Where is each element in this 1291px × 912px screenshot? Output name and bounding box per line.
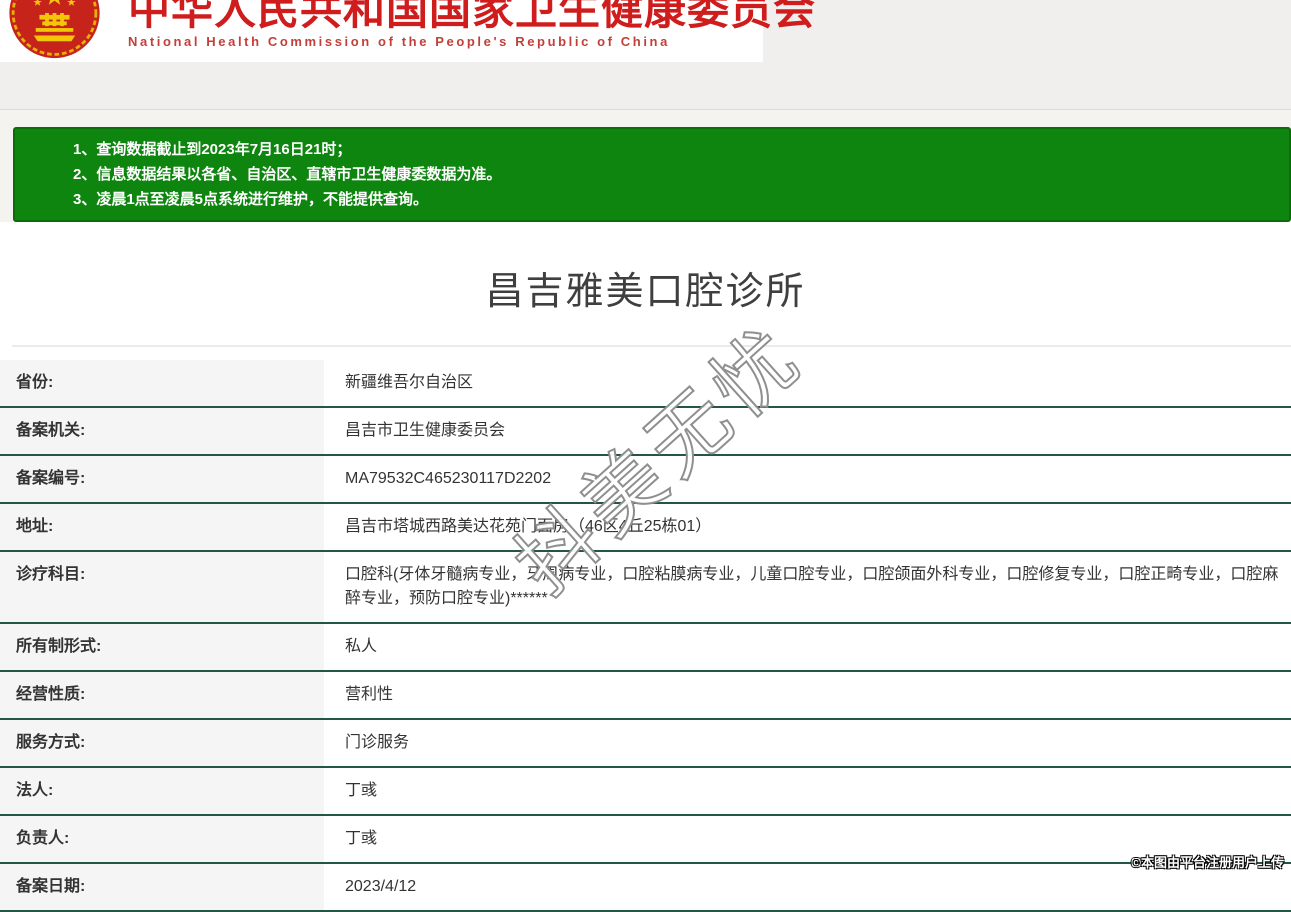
notice-line-3: 3、凌晨1点至凌晨5点系统进行维护，不能提供查询。 (73, 191, 429, 208)
row-value: MA79532C465230117D2202 (324, 456, 1291, 502)
row-value: 营利性 (324, 672, 1291, 718)
table-row: 负责人: 丁彧 (0, 816, 1291, 864)
row-label: 经营性质: (0, 672, 324, 718)
table-top-rule (12, 345, 1291, 347)
table-row: 地址: 昌吉市塔城西路美达花苑门面房（46区4丘25栋01） (0, 504, 1291, 552)
row-label: 负责人: (0, 816, 324, 862)
row-label: 备案机关: (0, 408, 324, 454)
table-row: 备案日期: 2023/4/12 (0, 864, 1291, 912)
row-value: 门诊服务 (324, 720, 1291, 766)
table-row: 备案编号: MA79532C465230117D2202 (0, 456, 1291, 504)
header-title-en: National Health Commission of the People… (128, 34, 670, 49)
title-section: 昌吉雅美口腔诊所 (0, 222, 1291, 345)
notice-band: 1、查询数据截止到2023年7月16日21时； 2、信息数据结果以各省、自治区、… (0, 110, 1291, 222)
row-label: 诊疗科目: (0, 552, 324, 622)
info-table: 省份: 新疆维吾尔自治区 备案机关: 昌吉市卫生健康委员会 备案编号: MA79… (0, 360, 1291, 912)
row-value: 昌吉市塔城西路美达花苑门面房（46区4丘25栋01） (324, 504, 1291, 550)
notice-box: 1、查询数据截止到2023年7月16日21时； 2、信息数据结果以各省、自治区、… (13, 127, 1291, 222)
table-row: 备案机关: 昌吉市卫生健康委员会 (0, 408, 1291, 456)
row-label: 法人: (0, 768, 324, 814)
row-label: 服务方式: (0, 720, 324, 766)
row-label: 所有制形式: (0, 624, 324, 670)
row-value: 丁彧 (324, 768, 1291, 814)
row-value: 昌吉市卫生健康委员会 (324, 408, 1291, 454)
table-row: 服务方式: 门诊服务 (0, 720, 1291, 768)
row-value: 口腔科(牙体牙髓病专业，牙周病专业，口腔粘膜病专业，儿童口腔专业，口腔颌面外科专… (324, 552, 1291, 622)
table-row: 省份: 新疆维吾尔自治区 (0, 360, 1291, 408)
row-value: 新疆维吾尔自治区 (324, 360, 1291, 406)
notice-line-2: 2、信息数据结果以各省、自治区、直辖市卫生健康委数据为准。 (73, 166, 502, 183)
nhc-logo-block: 中华人民共和国国家卫生健康委员会 National Health Commiss… (0, 0, 817, 62)
header-band: 中华人民共和国国家卫生健康委员会 National Health Commiss… (0, 0, 1291, 110)
table-row: 诊疗科目: 口腔科(牙体牙髓病专业，牙周病专业，口腔粘膜病专业，儿童口腔专业，口… (0, 552, 1291, 624)
row-label: 省份: (0, 360, 324, 406)
table-row: 法人: 丁彧 (0, 768, 1291, 816)
row-label: 备案日期: (0, 864, 324, 910)
notice-line-1: 1、查询数据截止到2023年7月16日21时； (73, 141, 352, 158)
header-titles: 中华人民共和国国家卫生健康委员会 National Health Commiss… (128, 0, 817, 49)
china-national-emblem-icon (9, 0, 100, 59)
table-row: 所有制形式: 私人 (0, 624, 1291, 672)
row-label: 备案编号: (0, 456, 324, 502)
row-label: 地址: (0, 504, 324, 550)
table-row: 经营性质: 营利性 (0, 672, 1291, 720)
page-title: 昌吉雅美口腔诊所 (485, 271, 806, 313)
image-attribution: ©本图由平台注册用户上传 (1131, 855, 1284, 870)
header-title-cn: 中华人民共和国国家卫生健康委员会 (128, 0, 817, 33)
row-value: 私人 (324, 624, 1291, 670)
